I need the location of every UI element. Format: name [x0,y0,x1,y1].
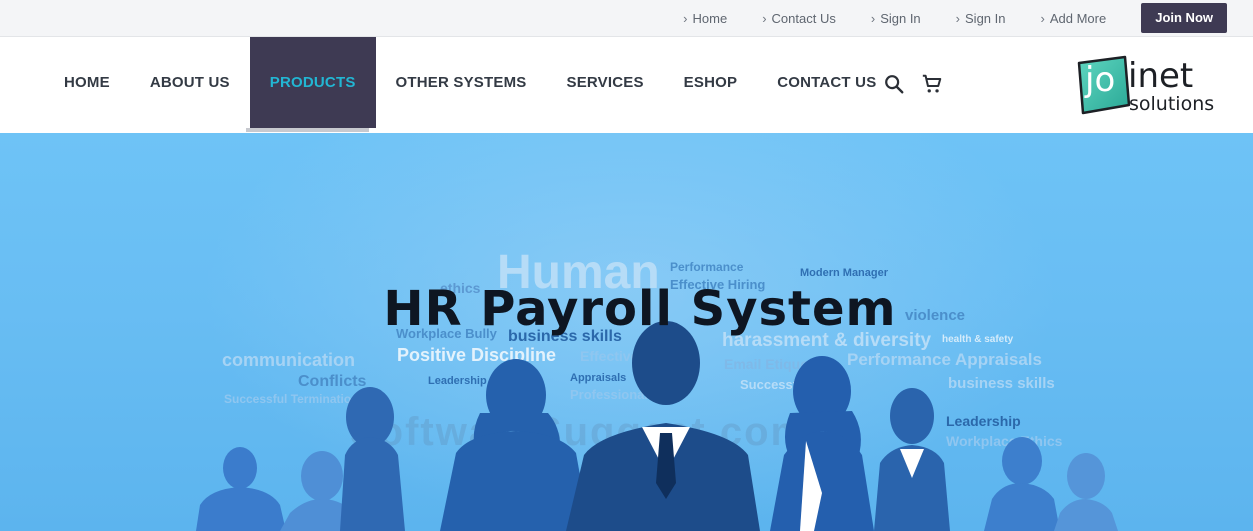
top-utility-bar: › Home › Contact Us › Sign In › Sign In › Add… [0,0,1253,37]
logo-text-jo: jo [1084,60,1115,100]
top-link-label: Add More [1049,10,1107,26]
main-navigation: HOME ABOUT US PRODUCTS OTHER SYSTEMS SER… [0,37,1253,132]
top-link-add-more[interactable]: › Add More [1041,11,1107,26]
top-link-label: Contact Us [771,10,836,26]
nav-item-home[interactable]: HOME [44,37,130,128]
top-link-label: Sign In [880,10,921,26]
silhouette-person [1054,453,1118,531]
silhouette-person [440,359,590,531]
hero-banner: Human Performance Effective Hiring Moder… [0,133,1253,531]
top-link-label: Home [692,10,728,26]
cart-icon[interactable] [921,73,943,95]
nav-menu: HOME ABOUT US PRODUCTS OTHER SYSTEMS SER… [44,37,896,128]
chevron-right-icon: › [870,10,876,26]
chevron-right-icon: › [762,10,767,26]
nav-item-eshop[interactable]: ESHOP [664,37,758,128]
chevron-right-icon: › [683,10,688,26]
joinet-solutions-logo[interactable]: jo inet solutions [1073,53,1233,117]
top-link-label: Sign In [965,10,1006,26]
top-link-contact-us[interactable]: › Contact Us [762,11,836,26]
nav-item-about-us[interactable]: ABOUT US [130,37,250,128]
silhouette-person [984,437,1060,531]
nav-item-contact-us[interactable]: CONTACT US [757,37,896,128]
silhouette-person [566,321,760,531]
logo-text-inet: inet [1128,56,1193,96]
nav-item-products[interactable]: PRODUCTS [249,37,376,128]
chevron-right-icon: › [955,10,961,26]
hero-title: HR Payroll System [383,281,897,337]
nav-item-other-systems[interactable]: OTHER SYSTEMS [376,37,547,128]
nav-item-services[interactable]: SERVICES [546,37,663,128]
join-now-button[interactable]: Join Now [1141,3,1227,33]
silhouette-person [196,447,286,531]
search-icon[interactable] [883,73,905,95]
top-link-sign-in[interactable]: › Sign In [871,11,921,26]
active-nav-underline [246,128,369,132]
utility-links: › Home › Contact Us › Sign In › Sign In › Add… [683,0,1253,36]
top-link-home[interactable]: › Home [683,11,727,26]
chevron-right-icon: › [1040,10,1045,26]
top-link-sign-in-2[interactable]: › Sign In [956,11,1006,26]
silhouette-person [340,387,405,531]
logo-text-solutions: solutions [1129,93,1214,115]
silhouette-person [770,356,874,531]
